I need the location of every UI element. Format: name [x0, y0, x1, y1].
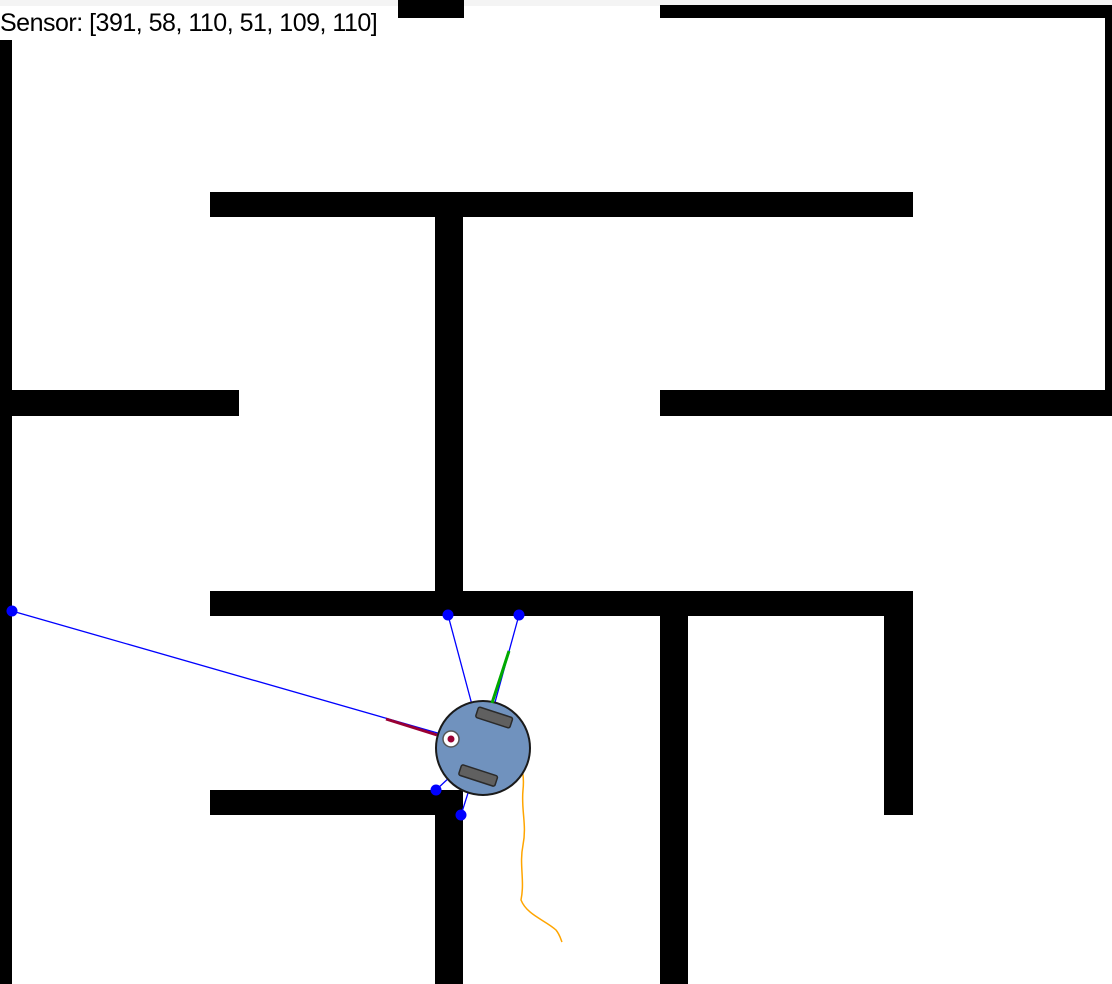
- wall-top-left-stub: [398, 0, 464, 18]
- wall-lower-vertical-middle: [660, 591, 688, 984]
- sensor-hit-front-left: [442, 609, 454, 621]
- wall-center-vertical: [435, 192, 463, 616]
- maze-background: [0, 0, 1112, 984]
- sensor-hit-front-right: [513, 609, 525, 621]
- wall-lower-vertical-right: [884, 591, 913, 815]
- wall-top-right: [660, 5, 1112, 18]
- robot-marker-dot: [447, 735, 455, 743]
- sensor-hit-left: [6, 605, 18, 617]
- sensor-hit-back-left: [430, 784, 442, 796]
- wall-upper-horizontal: [210, 192, 913, 217]
- wall-right-middle: [660, 390, 1112, 416]
- wall-right-border: [1105, 5, 1112, 405]
- wall-lower-horizontal: [210, 591, 913, 616]
- wall-left-stub: [0, 390, 239, 416]
- sensor-hit-back: [455, 809, 467, 821]
- sensor-readout: Sensor: [391, 58, 110, 51, 109, 110]: [0, 9, 378, 37]
- wall-bottom-horizontal: [210, 790, 463, 815]
- maze-canvas: [0, 0, 1112, 984]
- wall-left-border: [0, 40, 12, 984]
